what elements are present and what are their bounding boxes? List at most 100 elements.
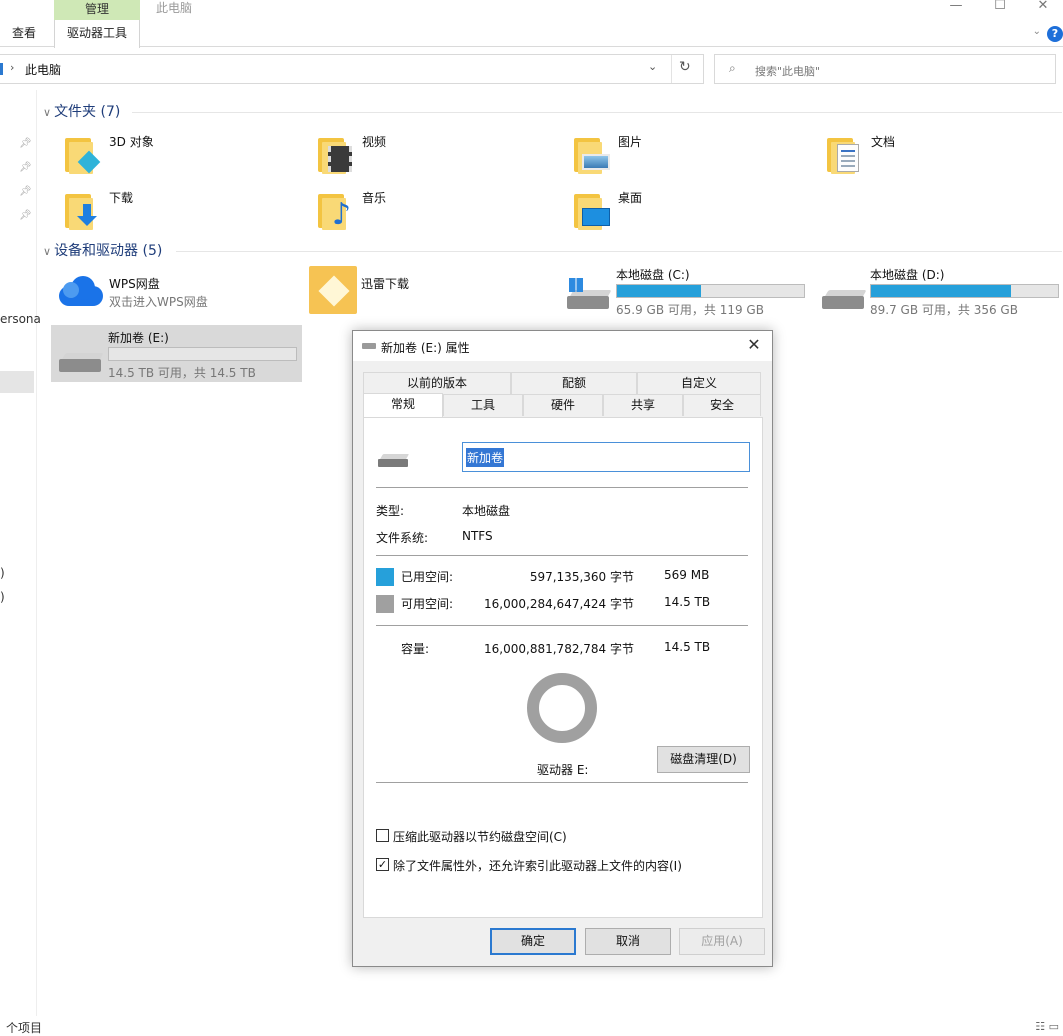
device-label: WPS网盘	[109, 277, 160, 291]
group-label: 设备和驱动器 (5)	[54, 243, 163, 259]
folder-desktop[interactable]: 桌面	[570, 186, 770, 236]
device-xunlei-download[interactable]: 迅雷下载	[309, 266, 509, 316]
tab-quota[interactable]: 配额	[511, 372, 637, 394]
maximize-button[interactable]: ☐	[980, 0, 1020, 16]
drive-usage-fill	[871, 285, 1012, 297]
used-space-size: 569 MB	[664, 568, 710, 582]
capacity-bytes: 16,000,881,782,784 字节	[484, 642, 634, 656]
drive-usage-bar	[616, 284, 805, 298]
drive-label: 本地磁盘 (D:)	[870, 268, 945, 282]
device-wps-cloud[interactable]: WPS网盘 双击进入WPS网盘	[57, 272, 297, 322]
pin-icon[interactable]: 📌︎	[19, 186, 32, 197]
separator	[376, 625, 748, 626]
separator	[376, 555, 748, 556]
manage-context-tab-header[interactable]: 管理	[54, 0, 140, 20]
group-header-folders[interactable]: ∨ 文件夹 (7)	[43, 101, 120, 121]
pin-icon[interactable]: 📌︎	[19, 138, 32, 149]
free-space-swatch	[376, 595, 394, 613]
apply-button[interactable]: 应用(A)	[679, 928, 765, 955]
desktop-icon	[570, 186, 618, 234]
dialog-title: 新加卷 (E:) 属性	[381, 341, 470, 355]
documents-icon	[823, 130, 871, 178]
ok-button[interactable]: 确定	[490, 928, 576, 955]
videos-icon	[314, 130, 362, 178]
general-tab-panel: 新加卷 类型: 本地磁盘 文件系统: NTFS 已用空间: 597,135,36…	[363, 417, 763, 918]
collapse-chevron-icon[interactable]: ∨	[43, 106, 51, 119]
tab-sharing[interactable]: 共享	[603, 394, 683, 416]
search-icon: ⌕	[729, 61, 736, 75]
address-divider	[671, 55, 672, 83]
tab-row-back: 以前的版本 配额 自定义	[363, 372, 763, 394]
close-window-button[interactable]: ✕	[1023, 0, 1063, 16]
address-bar[interactable]: › 此电脑 ⌄ ↻	[0, 54, 704, 84]
tab-tools[interactable]: 工具	[443, 394, 523, 416]
drive-d[interactable]: 本地磁盘 (D:) 89.7 GB 可用，共 356 GB	[818, 266, 1061, 322]
type-value: 本地磁盘	[462, 504, 511, 518]
index-checkbox[interactable]: ✓	[376, 858, 389, 871]
drive-e[interactable]: 新加卷 (E:) 14.5 TB 可用，共 14.5 TB	[51, 325, 302, 382]
breadcrumb-this-pc[interactable]: 此电脑	[25, 61, 61, 78]
tab-security[interactable]: 安全	[683, 394, 761, 416]
folder-music[interactable]: ♪ 音乐	[314, 186, 514, 236]
compress-checkbox[interactable]	[376, 829, 389, 842]
pictures-icon	[570, 130, 618, 178]
group-header-devices[interactable]: ∨ 设备和驱动器 (5)	[43, 240, 162, 260]
folder-pictures[interactable]: 图片	[570, 130, 770, 180]
drive-usage-bar	[870, 284, 1059, 298]
search-placeholder: 搜索"此电脑"	[755, 65, 821, 78]
dialog-title-bar[interactable]: 新加卷 (E:) 属性 ✕	[353, 331, 772, 361]
folder-label: 3D 对象	[109, 135, 154, 149]
tab-general[interactable]: 常规	[363, 393, 443, 417]
tab-drive-tools[interactable]: 驱动器工具	[54, 20, 141, 48]
title-bar: 管理 此电脑 — ☐ ✕	[0, 0, 1063, 20]
compress-label[interactable]: 压缩此驱动器以节约磁盘空间(C)	[393, 828, 567, 845]
folder-videos[interactable]: 视频	[314, 130, 514, 180]
index-label[interactable]: 除了文件属性外，还允许索引此驱动器上文件的内容(I)	[393, 857, 682, 874]
folder-label: 下载	[109, 191, 134, 205]
folder-downloads[interactable]: 下载	[61, 186, 261, 236]
nav-item-personal[interactable]: ersona	[0, 312, 41, 326]
nav-item-selected[interactable]	[0, 371, 34, 393]
free-space-size: 14.5 TB	[664, 595, 711, 609]
tab-row-front: 常规 工具 硬件 共享 安全	[363, 393, 763, 417]
folder-documents[interactable]: 文档	[823, 130, 1023, 180]
free-space-label: 可用空间:	[401, 597, 454, 611]
disk-usage-donut	[527, 673, 597, 743]
search-box[interactable]: ⌕ 搜索"此电脑"	[714, 54, 1056, 84]
used-space-bytes: 597,135,360 字节	[529, 570, 634, 584]
cancel-button[interactable]: 取消	[585, 928, 671, 955]
breadcrumb-separator-icon[interactable]: ›	[10, 61, 14, 74]
folder-3d-objects[interactable]: 3D 对象	[61, 130, 261, 180]
drive-usage-bar	[108, 347, 297, 361]
tab-previous-versions[interactable]: 以前的版本	[363, 372, 511, 394]
ribbon-expand-chevron-icon[interactable]: ⌄	[1033, 26, 1041, 37]
folder-label: 图片	[618, 135, 643, 149]
collapse-chevron-icon[interactable]: ∨	[43, 245, 51, 258]
drive-space-info: 14.5 TB 可用，共 14.5 TB	[108, 366, 256, 380]
dialog-close-button[interactable]: ✕	[744, 335, 764, 355]
filesystem-label: 文件系统:	[376, 531, 429, 545]
pin-icon[interactable]: 📌︎	[19, 210, 32, 221]
nav-item-partial[interactable]: )	[0, 566, 5, 580]
type-label: 类型:	[376, 504, 405, 518]
used-space-label: 已用空间:	[401, 570, 454, 584]
address-history-dropdown-icon[interactable]: ⌄	[648, 60, 657, 73]
tab-customize[interactable]: 自定义	[637, 372, 761, 394]
refresh-icon[interactable]: ↻	[679, 59, 691, 75]
nav-item-partial[interactable]: )	[0, 590, 5, 604]
drive-space-info: 65.9 GB 可用，共 119 GB	[616, 303, 764, 317]
music-icon: ♪	[314, 186, 362, 234]
pin-icon[interactable]: 📌︎	[19, 162, 32, 173]
tab-hardware[interactable]: 硬件	[523, 394, 603, 416]
minimize-button[interactable]: —	[936, 0, 976, 16]
tab-view[interactable]: 查看	[12, 20, 36, 47]
drive-c[interactable]: 本地磁盘 (C:) 65.9 GB 可用，共 119 GB	[563, 266, 808, 322]
volume-name-input[interactable]: 新加卷	[462, 442, 750, 472]
capacity-label: 容量:	[401, 642, 430, 656]
disk-cleanup-button[interactable]: 磁盘清理(D)	[657, 746, 750, 773]
group-label: 文件夹 (7)	[54, 104, 121, 120]
folder-label: 视频	[362, 135, 387, 149]
view-mode-icons[interactable]: ☷ ▭	[1035, 1020, 1059, 1033]
hard-drive-icon	[378, 454, 410, 470]
help-icon[interactable]: ?	[1047, 26, 1063, 42]
